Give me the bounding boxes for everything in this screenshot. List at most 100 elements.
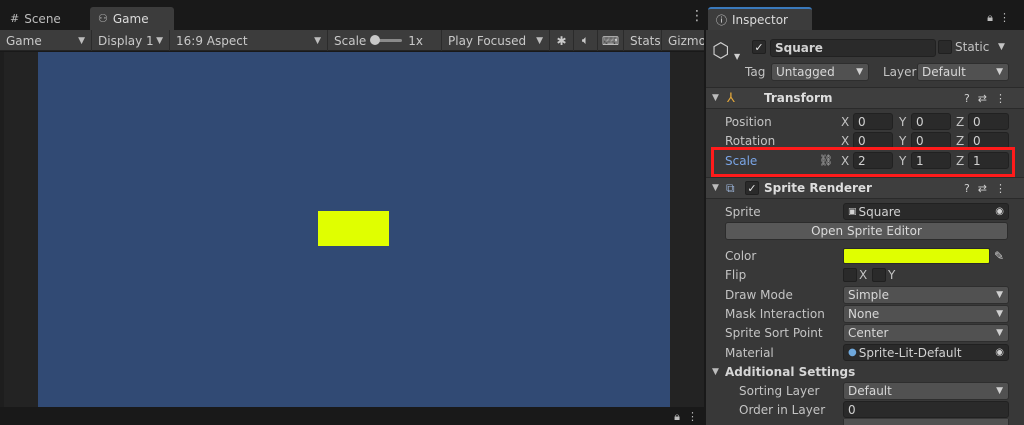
sprite-value: Square	[858, 204, 901, 219]
gizmos-label: Gizmos	[668, 33, 704, 48]
flip-x-label: X	[859, 267, 868, 282]
keyboard-icon[interactable]: ⌨	[598, 30, 624, 51]
scale-slider-knob[interactable]	[370, 35, 381, 45]
game-toolbar: Game ▼ Display 1 ▼ 16:9 Aspect ▼ Scale 1…	[0, 30, 704, 51]
component-tools[interactable]: ?⇄⋮	[964, 92, 1014, 105]
sprite-object-field[interactable]: ▣ Square ◉	[843, 203, 1009, 220]
sprite-row: Sprite ▣ Square ◉	[706, 202, 1024, 221]
position-z-value: 0	[973, 114, 981, 129]
tab-game[interactable]: ⚇ Game	[90, 7, 174, 30]
object-picker-icon[interactable]: ◉	[995, 206, 1004, 217]
tag-label: Tag	[745, 64, 766, 79]
draw-mode-dropdown[interactable]: Simple ▼	[843, 285, 1009, 304]
scale-slider-track[interactable]	[370, 35, 403, 45]
left-tab-bar: # Scene ⚇ Game ⋮	[0, 0, 704, 30]
chevron-down-icon: ▼	[996, 289, 1003, 300]
component-tools[interactable]: ?⇄⋮	[964, 182, 1014, 195]
display-mode-dropdown[interactable]: Game ▼	[0, 30, 92, 51]
lock-icon[interactable]: 🔒︎ ⋮	[674, 410, 698, 424]
sprite-renderer-enabled-checkbox[interactable]: ✓	[745, 181, 759, 195]
order-in-layer-field[interactable]: 0	[843, 401, 1009, 418]
tab-game-label: Game	[112, 11, 149, 26]
inspector-lock-icon[interactable]: 🔒︎⋮	[987, 11, 1016, 25]
audio-icon[interactable]: 🔈︎	[574, 30, 598, 51]
object-name-field[interactable]: Square	[770, 39, 936, 57]
flip-x-checkbox[interactable]	[843, 268, 857, 282]
material-object-field[interactable]: ● Sprite-Lit-Default ◉	[843, 344, 1009, 361]
stats-button[interactable]: Stats	[624, 30, 662, 51]
bug-icon[interactable]: ✱	[550, 30, 574, 51]
static-checkbox[interactable]	[938, 40, 952, 54]
position-y-field[interactable]: 0	[911, 113, 951, 130]
aspect-dropdown[interactable]: 16:9 Aspect ▼	[170, 30, 328, 51]
foldout-arrow-icon[interactable]: ▼	[712, 93, 719, 103]
sprite-sort-point-dropdown[interactable]: Center ▼	[843, 323, 1009, 342]
more-options-icon[interactable]: ⋮	[690, 9, 704, 23]
sorting-layer-value: Default	[848, 383, 892, 398]
axis-z-label[interactable]: Z	[956, 115, 964, 129]
display-dropdown[interactable]: Display 1 ▼	[92, 30, 170, 51]
open-sprite-editor-button[interactable]: Open Sprite Editor	[725, 222, 1008, 240]
mask-interaction-label: Mask Interaction	[725, 306, 825, 321]
inspector-tab-bar: ⓘ Inspector 🔒︎⋮	[706, 0, 1024, 30]
position-z-field[interactable]: 0	[968, 113, 1009, 130]
sprite-renderer-icon: ⧉	[726, 180, 735, 195]
tab-inspector[interactable]: ⓘ Inspector	[708, 7, 812, 30]
chevron-down-icon[interactable]: ▼	[998, 42, 1005, 52]
object-picker-icon[interactable]: ◉	[995, 347, 1004, 358]
color-label: Color	[725, 248, 757, 263]
axis-y-label[interactable]: Y	[899, 115, 906, 129]
axis-x-label[interactable]: X	[841, 134, 849, 148]
rotation-y-value: 0	[916, 133, 924, 148]
aspect-label: 16:9 Aspect	[176, 33, 248, 48]
active-checkbox[interactable]: ✓	[752, 40, 766, 54]
position-x-field[interactable]: 0	[853, 113, 893, 130]
foldout-arrow-icon[interactable]: ▼	[712, 367, 719, 377]
sprite-sort-point-label: Sprite Sort Point	[725, 325, 823, 340]
rotation-label: Rotation	[725, 133, 776, 148]
color-swatch[interactable]	[843, 248, 990, 264]
sprite-label: Sprite	[725, 204, 761, 219]
order-in-layer-value: 0	[848, 402, 856, 417]
chevron-down-icon[interactable]: ▼	[734, 52, 740, 61]
layer-label: Layer	[883, 64, 917, 79]
sorting-layer-dropdown[interactable]: Default ▼	[843, 381, 1009, 400]
axis-x-label[interactable]: X	[841, 115, 849, 129]
inspector-panel: ⓘ Inspector 🔒︎⋮ ⬡ ▼ ✓ Square Static ▼ Ta…	[706, 0, 1024, 425]
game-view-panel: # Scene ⚇ Game ⋮ Game ▼ Display 1 ▼ 16:9…	[0, 0, 704, 425]
sprite-renderer-title: Sprite Renderer	[764, 181, 872, 195]
draw-mode-label: Draw Mode	[725, 287, 793, 302]
eyedropper-icon[interactable]: ✎	[994, 249, 1004, 263]
scale-slider-value: 1x	[408, 33, 424, 48]
tag-dropdown[interactable]: Untagged ▼	[771, 63, 869, 81]
draw-mode-value: Simple	[848, 287, 889, 302]
cut-off-dropdown[interactable]	[843, 419, 1009, 425]
foldout-arrow-icon[interactable]: ▼	[712, 183, 719, 193]
tab-scene[interactable]: # Scene	[2, 7, 86, 30]
position-x-value: 0	[858, 114, 866, 129]
object-name-value: Square	[775, 41, 823, 55]
mask-interaction-dropdown[interactable]: None ▼	[843, 304, 1009, 323]
axis-z-label[interactable]: Z	[956, 134, 964, 148]
display-mode-label: Game	[6, 33, 42, 48]
display-label: Display 1	[98, 33, 154, 48]
layer-dropdown[interactable]: Default ▼	[917, 63, 1009, 81]
chevron-down-icon: ▼	[996, 67, 1003, 77]
transform-header[interactable]: ▼ ⅄ Transform ?⇄⋮	[706, 87, 1024, 109]
play-mode-dropdown[interactable]: Play Focused ▼	[442, 30, 550, 51]
layer-value: Default	[922, 65, 966, 79]
sprite-sort-point-row: Sprite Sort Point Center ▼	[706, 323, 1024, 342]
object-header: ⬡ ▼ ✓ Square Static ▼	[706, 38, 1024, 62]
yellow-square-sprite[interactable]	[318, 211, 389, 246]
axis-y-label[interactable]: Y	[899, 134, 906, 148]
material-label: Material	[725, 345, 774, 360]
stats-label: Stats	[630, 33, 661, 48]
additional-settings-row[interactable]: ▼ Additional Settings	[706, 362, 1024, 381]
position-label: Position	[725, 114, 772, 129]
gamepad-icon: ⚇	[98, 12, 108, 25]
mask-interaction-value: None	[848, 306, 880, 321]
flip-y-checkbox[interactable]	[872, 268, 886, 282]
gizmos-button[interactable]: Gizmos	[662, 30, 704, 51]
sprite-renderer-header[interactable]: ▼ ⧉ ✓ Sprite Renderer ?⇄⋮	[706, 177, 1024, 199]
scale-slider[interactable]: Scale 1x	[328, 30, 442, 51]
